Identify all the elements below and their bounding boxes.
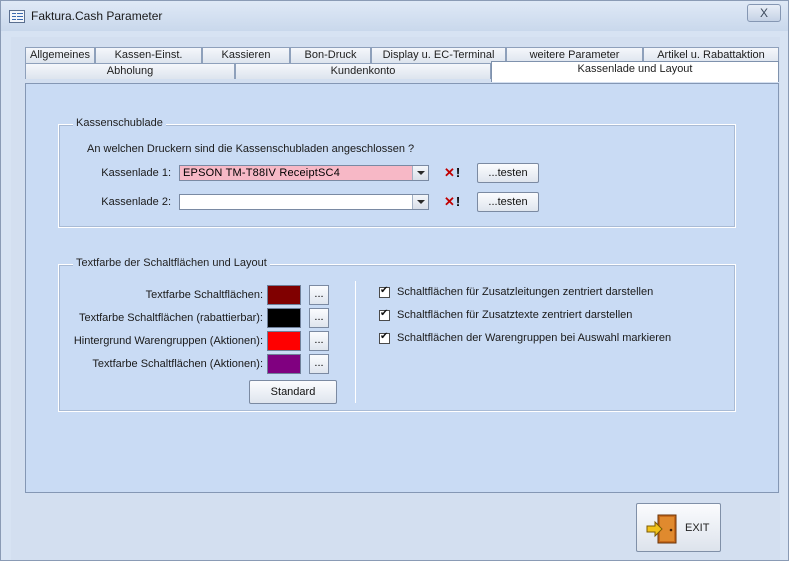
- standard-button[interactable]: Standard: [249, 380, 337, 404]
- tab-allgemeines[interactable]: Allgemeines: [25, 47, 95, 63]
- color-swatch-background-groups: [267, 331, 301, 351]
- checkbox-center-additional-texts[interactable]: [379, 308, 390, 321]
- color-picker-button[interactable]: ...: [309, 331, 329, 351]
- tab-kundenkonto[interactable]: Kundenkonto: [235, 63, 491, 79]
- color-label-text-actions: Textfarbe Schaltflächen (Aktionen):: [92, 358, 263, 370]
- window-title: Faktura.Cash Parameter: [31, 9, 163, 23]
- color-swatch-text: [267, 285, 301, 305]
- tab-bon-druck[interactable]: Bon-Druck: [290, 47, 371, 63]
- drawer-2-printer-select[interactable]: [179, 194, 429, 210]
- drawer-1-test-button[interactable]: ...testen: [477, 163, 539, 183]
- checkbox-label-center-additional-texts: Schaltflächen für Zusatztexte zentriert …: [397, 309, 633, 321]
- layout-group-title: Textfarbe der Schaltflächen und Layout: [73, 257, 270, 269]
- color-picker-button[interactable]: ...: [309, 354, 329, 374]
- tab-strip: Allgemeines Kassen-Einst. Kassieren Bon-…: [25, 47, 779, 83]
- clear-x-icon[interactable]: ✕!: [444, 165, 464, 181]
- drawer-group: Kassenschublade An welchen Druckern sind…: [58, 117, 736, 228]
- color-picker-button[interactable]: ...: [309, 285, 329, 305]
- drawer-question: An welchen Druckern sind die Kassenschub…: [87, 143, 415, 155]
- color-label-text: Textfarbe Schaltflächen:: [145, 289, 263, 301]
- tab-panel-kassenlade-layout: Kassenschublade An welchen Druckern sind…: [25, 83, 779, 493]
- exit-button[interactable]: EXIT: [636, 503, 721, 552]
- layout-group: Textfarbe der Schaltflächen und Layout T…: [58, 257, 736, 412]
- parameter-window: Faktura.Cash Parameter X Allgemeines Kas…: [0, 0, 789, 561]
- checkbox-label-center-additional-lines: Schaltflächen für Zusatzleitungen zentri…: [397, 286, 654, 298]
- checkbox-label-highlight-groups: Schaltflächen der Warengruppen bei Auswa…: [397, 332, 672, 344]
- exit-label: EXIT: [685, 522, 710, 534]
- clear-x-icon[interactable]: ✕!: [444, 194, 464, 210]
- checkbox-center-additional-lines[interactable]: [379, 285, 390, 298]
- app-icon: [9, 10, 25, 23]
- checkbox-highlight-groups[interactable]: [379, 331, 390, 344]
- tab-abholung[interactable]: Abholung: [25, 63, 235, 79]
- tab-display-ec-terminal[interactable]: Display u. EC-Terminal: [371, 47, 506, 63]
- close-button[interactable]: X: [747, 4, 781, 22]
- title-bar: Faktura.Cash Parameter X: [1, 1, 788, 31]
- door-exit-icon: [646, 514, 677, 544]
- chevron-down-icon[interactable]: [412, 195, 428, 209]
- drawer-group-title: Kassenschublade: [73, 117, 166, 129]
- drawer-2-test-button[interactable]: ...testen: [477, 192, 539, 212]
- tab-kassenlade-layout[interactable]: Kassenlade und Layout: [491, 61, 779, 82]
- drawer-1-printer-value: EPSON TM-T88IV ReceiptSC4: [183, 167, 341, 179]
- chevron-down-icon[interactable]: [412, 166, 428, 180]
- color-label-background-groups: Hintergrund Warengruppen (Aktionen):: [73, 335, 263, 347]
- color-picker-button[interactable]: ...: [309, 308, 329, 328]
- tab-kassen-einst[interactable]: Kassen-Einst.: [95, 47, 202, 63]
- divider: [355, 281, 356, 403]
- tab-kassieren[interactable]: Kassieren: [202, 47, 290, 63]
- color-swatch-text-actions: [267, 354, 301, 374]
- color-swatch-text-discount: [267, 308, 301, 328]
- drawer-1-printer-select[interactable]: EPSON TM-T88IV ReceiptSC4: [179, 165, 429, 181]
- drawer-1-label: Kassenlade 1:: [101, 167, 171, 179]
- color-label-text-discount: Textfarbe Schaltflächen (rabattierbar):: [78, 312, 263, 324]
- drawer-2-label: Kassenlade 2:: [101, 196, 171, 208]
